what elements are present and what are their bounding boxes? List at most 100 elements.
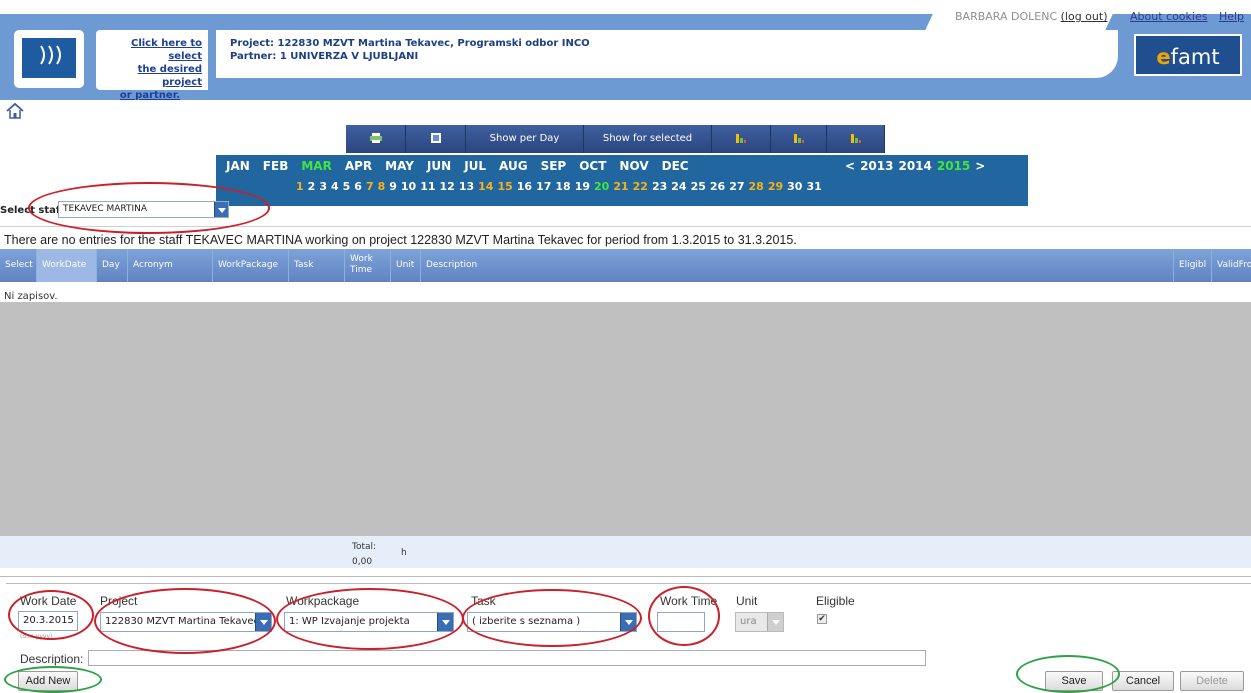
day-7[interactable]: 7 [366, 180, 374, 193]
about-cookies-link[interactable]: About cookies [1130, 10, 1207, 23]
day-23[interactable]: 23 [652, 180, 667, 193]
partner-line: Partner: 1 UNIVERZA V LJUBLJANI [230, 51, 419, 62]
day-20[interactable]: 20 [594, 180, 609, 193]
day-12[interactable]: 12 [440, 180, 455, 193]
day-13[interactable]: 13 [459, 180, 474, 193]
col-eligible[interactable]: Eligibl [1174, 249, 1212, 282]
save-button[interactable]: Save [1045, 671, 1103, 691]
day-18[interactable]: 18 [555, 180, 570, 193]
add-new-button[interactable]: Add New [18, 671, 78, 691]
divider [0, 576, 1251, 577]
cancel-button[interactable]: Cancel [1112, 671, 1174, 691]
col-select[interactable]: Select [0, 249, 37, 282]
day-22[interactable]: 22 [633, 180, 648, 193]
delete-button[interactable]: Delete [1180, 671, 1244, 691]
show-selected-project-button[interactable]: Show for selected project [584, 125, 712, 172]
day-26[interactable]: 26 [710, 180, 725, 193]
day-25[interactable]: 25 [691, 180, 706, 193]
chart-button-3[interactable] [827, 125, 885, 153]
day-6[interactable]: 6 [354, 180, 362, 193]
year-2013[interactable]: 2013 [860, 159, 893, 173]
month-jul[interactable]: JUL [464, 159, 486, 173]
work-time-input[interactable] [657, 612, 705, 632]
month-may[interactable]: MAY [385, 159, 414, 173]
col-workdate[interactable]: WorkDate [37, 249, 97, 282]
select-project-link[interactable]: Click here to select the desired project… [96, 30, 208, 101]
month-jan[interactable]: JAN [226, 159, 250, 173]
month-aug[interactable]: AUG [499, 159, 528, 173]
month-apr[interactable]: APR [345, 159, 372, 173]
home-icon[interactable] [6, 102, 24, 120]
prev-year-button[interactable]: < [845, 159, 855, 173]
day-28[interactable]: 28 [749, 180, 764, 193]
total-caption: Total: [352, 542, 377, 552]
work-date-input[interactable]: 20.3.2015 [18, 611, 78, 631]
workpackage-select[interactable]: 1: WP Izvajanje projekta [284, 612, 454, 632]
chevron-down-icon[interactable] [767, 613, 783, 631]
day-2[interactable]: 2 [308, 180, 316, 193]
year-2014[interactable]: 2014 [898, 159, 931, 173]
total-value: 0,00 [352, 557, 373, 567]
chevron-down-icon[interactable] [255, 613, 271, 631]
day-15[interactable]: 15 [497, 180, 512, 193]
day-4[interactable]: 4 [331, 180, 339, 193]
day-10[interactable]: 10 [401, 180, 416, 193]
day-27[interactable]: 27 [729, 180, 744, 193]
eligible-checkbox[interactable]: ✔ [817, 614, 827, 624]
day-3[interactable]: 3 [319, 180, 327, 193]
logout-link[interactable]: (log out) [1061, 10, 1108, 23]
bar-chart-icon [850, 134, 861, 143]
day-9[interactable]: 9 [389, 180, 397, 193]
day-31[interactable]: 31 [806, 180, 821, 193]
description-input[interactable] [88, 650, 926, 666]
day-30[interactable]: 30 [787, 180, 802, 193]
chevron-down-icon[interactable] [214, 202, 228, 217]
month-nov[interactable]: NOV [619, 159, 648, 173]
project-info-panel: Project: 122830 MZVT Martina Tekavec, Pr… [216, 30, 1118, 78]
month-dec[interactable]: DEC [662, 159, 689, 173]
day-24[interactable]: 24 [671, 180, 686, 193]
col-work-time[interactable]: Work Time [345, 249, 391, 282]
chart-button-2[interactable] [771, 125, 827, 153]
day-29[interactable]: 29 [768, 180, 783, 193]
efamt-logo[interactable]: efamt [1134, 34, 1242, 76]
col-day[interactable]: Day [97, 249, 128, 282]
chevron-down-icon[interactable] [437, 613, 453, 631]
chart-button-1[interactable] [712, 125, 771, 153]
day-16[interactable]: 16 [517, 180, 532, 193]
col-validfrom[interactable]: ValidFro [1212, 249, 1251, 282]
day-1[interactable]: 1 [296, 180, 304, 193]
project-select[interactable]: 122830 MZVT Martina Tekavec [100, 612, 272, 632]
efamt-logo-prefix: e [1156, 45, 1171, 69]
help-link[interactable]: Help [1219, 10, 1244, 23]
chevron-down-icon[interactable] [620, 613, 636, 631]
month-feb[interactable]: FEB [263, 159, 289, 173]
next-year-button[interactable]: > [975, 159, 985, 173]
staff-select[interactable]: TEKAVEC MARTINA [58, 201, 229, 218]
project-label: Project [100, 594, 138, 608]
col-acronym[interactable]: Acronym [128, 249, 213, 282]
year-2015[interactable]: 2015 [937, 159, 970, 173]
col-unit[interactable]: Unit [391, 249, 421, 282]
day-17[interactable]: 17 [536, 180, 551, 193]
day-19[interactable]: 19 [575, 180, 590, 193]
day-8[interactable]: 8 [378, 180, 386, 193]
day-21[interactable]: 21 [613, 180, 628, 193]
day-11[interactable]: 11 [420, 180, 435, 193]
month-jun[interactable]: JUN [427, 159, 451, 173]
show-per-day-button[interactable]: Show per Day [466, 125, 584, 153]
col-task[interactable]: Task [289, 249, 345, 282]
work-date-label: Work Date [20, 594, 77, 608]
col-description[interactable]: Description [421, 249, 1174, 282]
print-button[interactable] [346, 125, 406, 153]
day-5[interactable]: 5 [343, 180, 351, 193]
unit-select[interactable]: ura [735, 612, 784, 632]
col-workpackage[interactable]: WorkPackage [213, 249, 289, 282]
day-14[interactable]: 14 [478, 180, 493, 193]
month-mar[interactable]: MAR [301, 159, 331, 173]
export-button[interactable] [406, 125, 466, 153]
task-label: Task [471, 594, 496, 608]
month-sep[interactable]: SEP [541, 159, 567, 173]
month-oct[interactable]: OCT [579, 159, 606, 173]
task-select[interactable]: ( izberite s seznama ) [467, 612, 637, 632]
